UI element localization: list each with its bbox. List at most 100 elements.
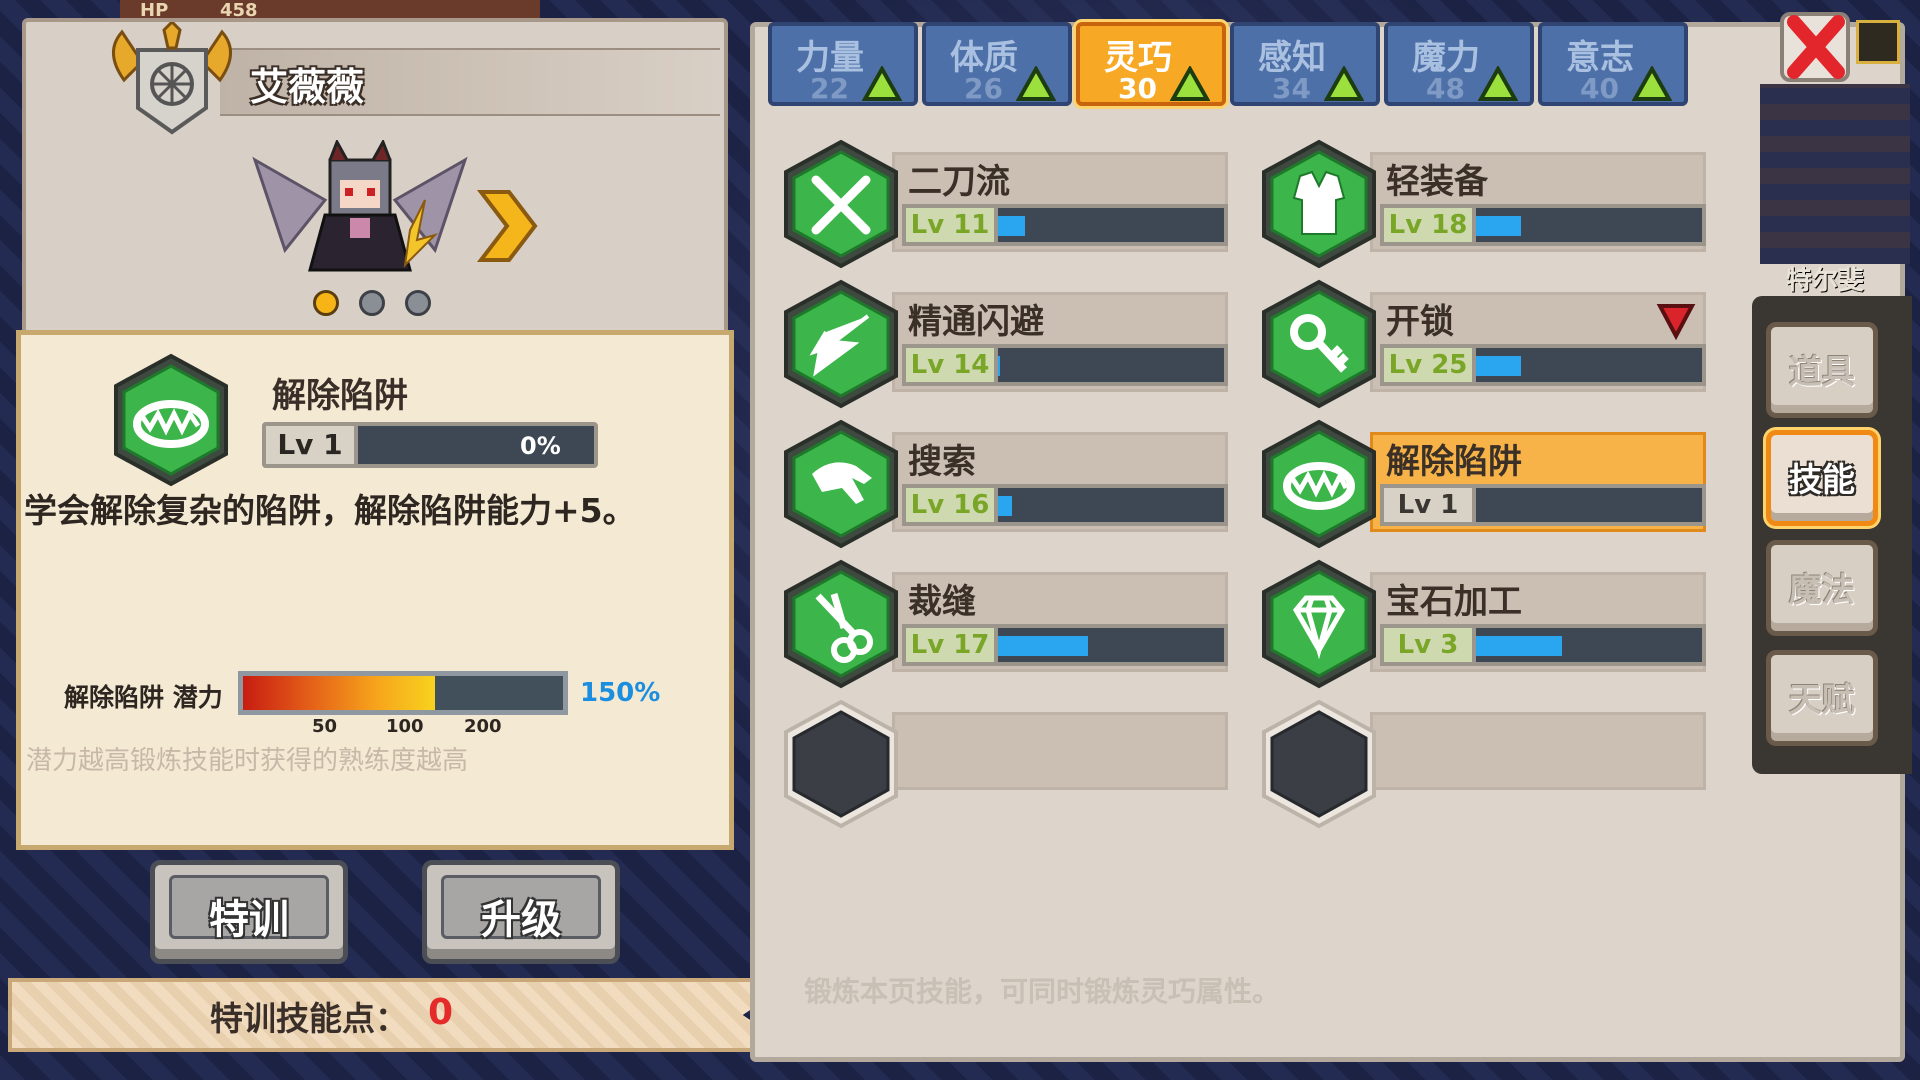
skill-level: Lv 16 — [902, 484, 998, 526]
skill-level: Lv 1 — [1380, 484, 1476, 526]
training-points-label: 特训技能点： — [210, 999, 408, 1038]
side-tab-skills[interactable]: 技能 — [1766, 430, 1878, 526]
skill-cell-disarm-trap[interactable]: 解除陷阱 Lv 1 — [1258, 418, 1708, 549]
dodge-arrow-icon — [784, 279, 898, 409]
tab-dexterity[interactable]: 灵巧 30 — [1076, 22, 1226, 106]
crossed-swords-icon — [784, 139, 898, 269]
upgrade-arrow-icon — [1016, 66, 1056, 101]
upgrade-button-label: 升级 — [481, 897, 561, 943]
tab-magic[interactable]: 魔力 48 — [1384, 22, 1534, 106]
potential-down-icon — [1656, 304, 1696, 340]
detail-progress-percent: 0% — [520, 432, 561, 460]
page-dot[interactable] — [405, 290, 431, 316]
skill-progress-fill — [1476, 636, 1562, 656]
skill-progress-fill — [998, 216, 1025, 236]
skill-progress-fill — [998, 356, 1000, 376]
train-button[interactable]: 特训 — [150, 860, 348, 964]
potential-tick: 200 — [464, 716, 502, 737]
skill-progress-fill — [998, 496, 1012, 516]
upgrade-button[interactable]: 升级 — [422, 860, 620, 964]
page-dot[interactable] — [313, 290, 339, 316]
skill-cell-evasion[interactable]: 精通闪避 Lv 14 — [780, 278, 1230, 409]
side-tab-label: 天赋 — [1789, 680, 1855, 719]
scissors-icon — [784, 559, 898, 689]
tab-value: 34 — [1272, 72, 1311, 105]
skill-name: 精通闪避 — [908, 302, 1044, 342]
detail-skill-name: 解除陷阱 — [272, 376, 408, 416]
skill-name: 二刀流 — [908, 162, 1010, 202]
potential-bar — [238, 671, 568, 715]
skill-level: Lv 17 — [902, 624, 998, 666]
empty-plate — [892, 712, 1228, 790]
bear-trap-icon — [1262, 419, 1376, 549]
empty-plate — [1370, 712, 1706, 790]
next-character-arrow-icon[interactable] — [475, 188, 539, 264]
search-hand-icon — [784, 419, 898, 549]
skill-level: Lv 3 — [1380, 624, 1476, 666]
gem-icon — [1262, 559, 1376, 689]
tab-strength[interactable]: 力量 22 — [768, 22, 918, 106]
side-tab-label: 魔法 — [1789, 570, 1855, 609]
empty-hex-icon — [1262, 699, 1376, 829]
skill-cell-light-armor[interactable]: 轻装备 Lv 18 — [1258, 138, 1708, 269]
train-button-label: 特训 — [209, 897, 289, 943]
tab-will[interactable]: 意志 40 — [1538, 22, 1688, 106]
minimap[interactable] — [1760, 84, 1910, 264]
skill-level: Lv 18 — [1380, 204, 1476, 246]
potential-tick: 100 — [386, 716, 424, 737]
skill-progress-fill — [1476, 216, 1521, 236]
empty-skill-slot — [1258, 698, 1708, 829]
skill-name: 搜索 — [908, 442, 976, 482]
tab-value: 26 — [964, 72, 1003, 105]
skill-name: 开锁 — [1386, 302, 1454, 342]
potential-fill — [243, 676, 435, 710]
detail-level-badge: Lv 1 — [262, 422, 358, 468]
upgrade-arrow-icon — [1478, 66, 1518, 101]
skill-cell-lockpicking[interactable]: 开锁 Lv 25 — [1258, 278, 1708, 409]
upgrade-arrow-icon — [862, 66, 902, 101]
tab-value: 48 — [1426, 72, 1465, 105]
train-note: 锻炼本页技能，可同时锻炼灵巧属性。 — [804, 975, 1281, 1008]
tab-value: 22 — [810, 72, 849, 105]
skill-level: Lv 14 — [902, 344, 998, 386]
skill-level: Lv 11 — [902, 204, 998, 246]
detail-description: 学会解除复杂的陷阱，解除陷阱能力+5。 — [24, 491, 636, 530]
attribute-tabs: 力量 22 体质 26 灵巧 30 感知 34 魔力 48 意志 40 — [768, 22, 1688, 106]
tab-perception[interactable]: 感知 34 — [1230, 22, 1380, 106]
side-tab-magic[interactable]: 魔法 — [1766, 540, 1878, 636]
tab-value: 40 — [1580, 72, 1619, 105]
skill-name: 轻装备 — [1386, 162, 1488, 202]
location-name: 特尔斐 — [1786, 266, 1865, 296]
skill-cell-search[interactable]: 搜索 Lv 16 — [780, 418, 1230, 549]
tab-value: 30 — [1118, 72, 1157, 105]
skill-name: 裁缝 — [908, 582, 976, 622]
bear-trap-icon — [114, 353, 228, 487]
potential-label: 解除陷阱 潜力 — [64, 683, 223, 712]
upgrade-arrow-icon — [1632, 66, 1672, 101]
skill-name: 宝石加工 — [1386, 582, 1522, 622]
potential-percent: 150% — [580, 678, 661, 708]
skill-cell-gem-crafting[interactable]: 宝石加工 Lv 3 — [1258, 558, 1708, 689]
tab-constitution[interactable]: 体质 26 — [922, 22, 1072, 106]
skill-progress-fill — [1476, 356, 1521, 376]
page-dot[interactable] — [359, 290, 385, 316]
skill-cell-dual-wield[interactable]: 二刀流 Lv 11 — [780, 138, 1230, 269]
empty-hex-icon — [784, 699, 898, 829]
guild-emblem-icon — [112, 22, 232, 135]
close-icon[interactable] — [1778, 10, 1852, 84]
side-tab-items[interactable]: 道具 — [1766, 322, 1878, 418]
skill-name: 解除陷阱 — [1386, 442, 1522, 482]
vest-icon — [1262, 139, 1376, 269]
character-avatar[interactable] — [245, 140, 475, 275]
potential-note: 潜力越高锻炼技能时获得的熟练度越高 — [26, 746, 469, 776]
expand-map-icon[interactable] — [1856, 20, 1900, 64]
character-name: 艾薇薇 — [250, 65, 365, 109]
character-page-dots — [313, 290, 431, 316]
skill-cell-tailoring[interactable]: 裁缝 Lv 17 — [780, 558, 1230, 689]
side-tab-label: 道具 — [1789, 352, 1855, 391]
empty-skill-slot — [780, 698, 1230, 829]
upgrade-arrow-icon — [1324, 66, 1364, 101]
skill-level: Lv 25 — [1380, 344, 1476, 386]
key-icon — [1262, 279, 1376, 409]
side-tab-talents[interactable]: 天赋 — [1766, 650, 1878, 746]
